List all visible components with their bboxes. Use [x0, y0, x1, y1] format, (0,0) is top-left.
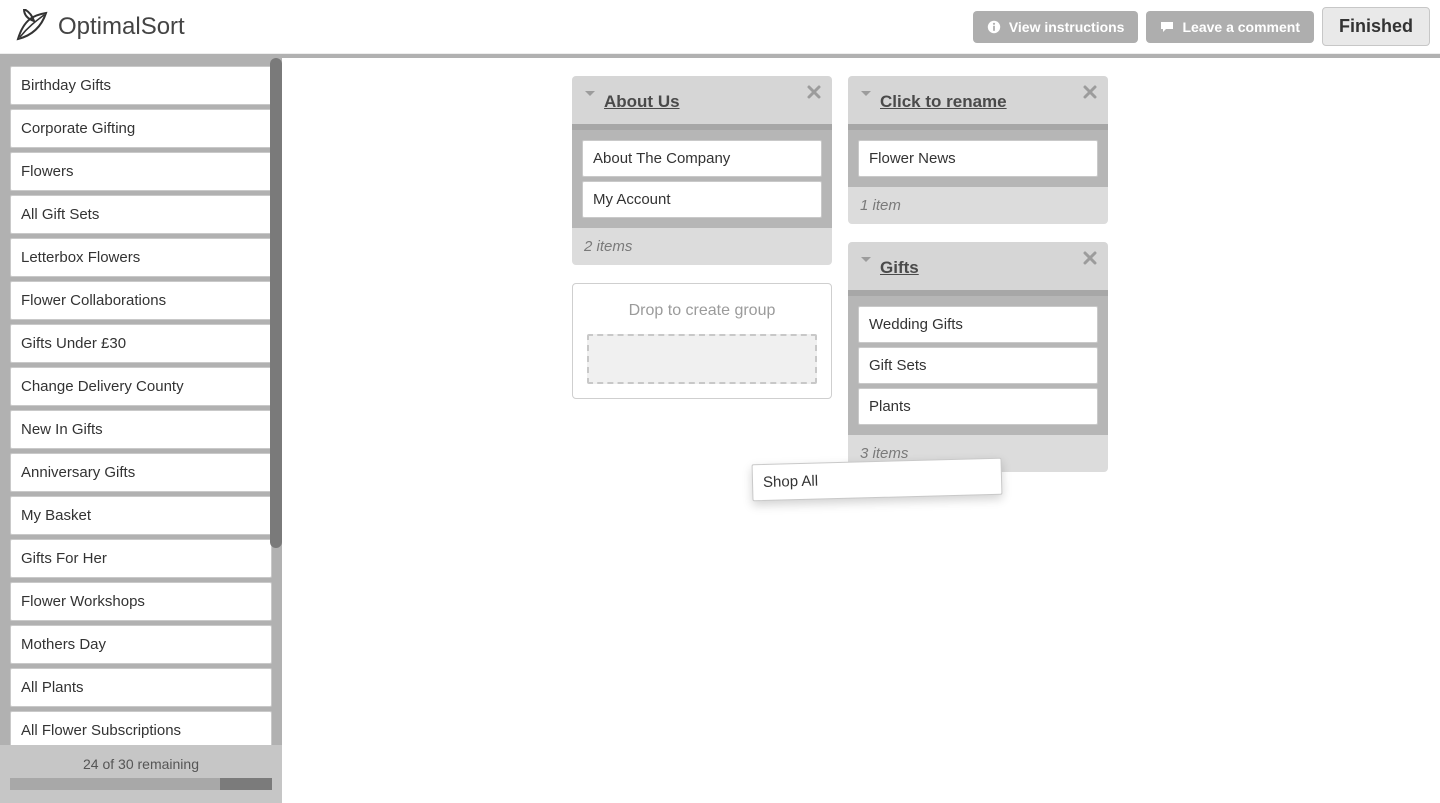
- source-card[interactable]: Mothers Day: [10, 625, 272, 664]
- comment-icon: [1160, 20, 1174, 34]
- group-gifts[interactable]: Gifts Wedding GiftsGift SetsPlants 3 ite…: [848, 242, 1108, 472]
- group-click-to-rename[interactable]: Click to rename Flower News 1 item: [848, 76, 1108, 224]
- source-card[interactable]: Change Delivery County: [10, 367, 272, 406]
- group-body[interactable]: Flower News: [848, 130, 1108, 187]
- group-count: 1 item: [848, 187, 1108, 224]
- source-card[interactable]: Birthday Gifts: [10, 66, 272, 105]
- group-header[interactable]: About Us: [572, 76, 832, 130]
- group-about-us[interactable]: About Us About The Company My Account 2 i…: [572, 76, 832, 265]
- progress-bar: [10, 778, 272, 790]
- group-body[interactable]: About The Company My Account: [572, 130, 832, 228]
- group-count: 2 items: [572, 228, 832, 265]
- group-card[interactable]: About The Company: [582, 140, 822, 177]
- close-icon[interactable]: [1082, 84, 1098, 100]
- header-actions: View instructions Leave a comment Finish…: [973, 7, 1430, 46]
- source-card[interactable]: All Gift Sets: [10, 195, 272, 234]
- group-title[interactable]: Click to rename: [880, 92, 1007, 112]
- sort-canvas[interactable]: About Us About The Company My Account 2 i…: [282, 58, 1440, 803]
- view-instructions-button[interactable]: View instructions: [973, 11, 1139, 43]
- dragging-card[interactable]: Shop All: [752, 458, 1003, 502]
- group-card[interactable]: My Account: [582, 181, 822, 218]
- group-card[interactable]: Flower News: [858, 140, 1098, 177]
- leave-comment-button[interactable]: Leave a comment: [1146, 11, 1314, 43]
- source-card[interactable]: Corporate Gifting: [10, 109, 272, 148]
- group-card[interactable]: Plants: [858, 388, 1098, 425]
- source-card-list[interactable]: Birthday Gifts Corporate Gifting Flowers Al…: [0, 58, 282, 745]
- close-icon[interactable]: [1082, 250, 1098, 266]
- source-card[interactable]: All Flower Subscriptions: [10, 711, 272, 745]
- drop-label: Drop to create group: [587, 302, 817, 320]
- finished-button[interactable]: Finished: [1322, 7, 1430, 46]
- group-body[interactable]: Wedding Gifts Gift Sets Plants: [848, 296, 1108, 435]
- remaining-count: 24 of 30 remaining: [83, 756, 199, 772]
- chevron-down-icon[interactable]: [860, 88, 872, 100]
- source-card[interactable]: Anniversary Gifts: [10, 453, 272, 492]
- close-icon[interactable]: [806, 84, 822, 100]
- canvas-column-1: About Us About The Company My Account 2 i…: [572, 76, 832, 399]
- source-card[interactable]: New In Gifts: [10, 410, 272, 449]
- group-card[interactable]: Gift Sets: [858, 347, 1098, 384]
- canvas-column-2: Click to rename Flower News 1 item Gifts: [848, 76, 1108, 472]
- source-card[interactable]: Gifts Under £30: [10, 324, 272, 363]
- source-card[interactable]: All Plants: [10, 668, 272, 707]
- source-card[interactable]: Flower Collaborations: [10, 281, 272, 320]
- source-card[interactable]: Gifts For Her: [10, 539, 272, 578]
- scrollbar-thumb[interactable]: [270, 58, 282, 548]
- drop-slot[interactable]: [587, 334, 817, 384]
- group-title[interactable]: Gifts: [880, 258, 919, 278]
- logo-leaf-icon: [14, 9, 50, 45]
- brand: OptimalSort: [10, 9, 185, 45]
- chevron-down-icon[interactable]: [584, 88, 596, 100]
- group-title[interactable]: About Us: [604, 92, 680, 112]
- app-header: OptimalSort View instructions Leave a co…: [0, 0, 1440, 54]
- source-card[interactable]: Flowers: [10, 152, 272, 191]
- group-header[interactable]: Click to rename: [848, 76, 1108, 130]
- brand-name: OptimalSort: [58, 13, 185, 41]
- group-card[interactable]: Wedding Gifts: [858, 306, 1098, 343]
- progress-fill: [220, 778, 272, 790]
- drop-create-group[interactable]: Drop to create group: [572, 283, 832, 399]
- info-icon: [987, 20, 1001, 34]
- source-card[interactable]: Flower Workshops: [10, 582, 272, 621]
- view-instructions-label: View instructions: [1009, 19, 1125, 35]
- source-card[interactable]: Letterbox Flowers: [10, 238, 272, 277]
- source-panel: Birthday Gifts Corporate Gifting Flowers Al…: [0, 58, 282, 803]
- group-header[interactable]: Gifts: [848, 242, 1108, 296]
- source-footer: 24 of 30 remaining: [0, 745, 282, 803]
- main: Birthday Gifts Corporate Gifting Flowers Al…: [0, 58, 1440, 803]
- source-card[interactable]: My Basket: [10, 496, 272, 535]
- chevron-down-icon[interactable]: [860, 254, 872, 266]
- leave-comment-label: Leave a comment: [1182, 19, 1300, 35]
